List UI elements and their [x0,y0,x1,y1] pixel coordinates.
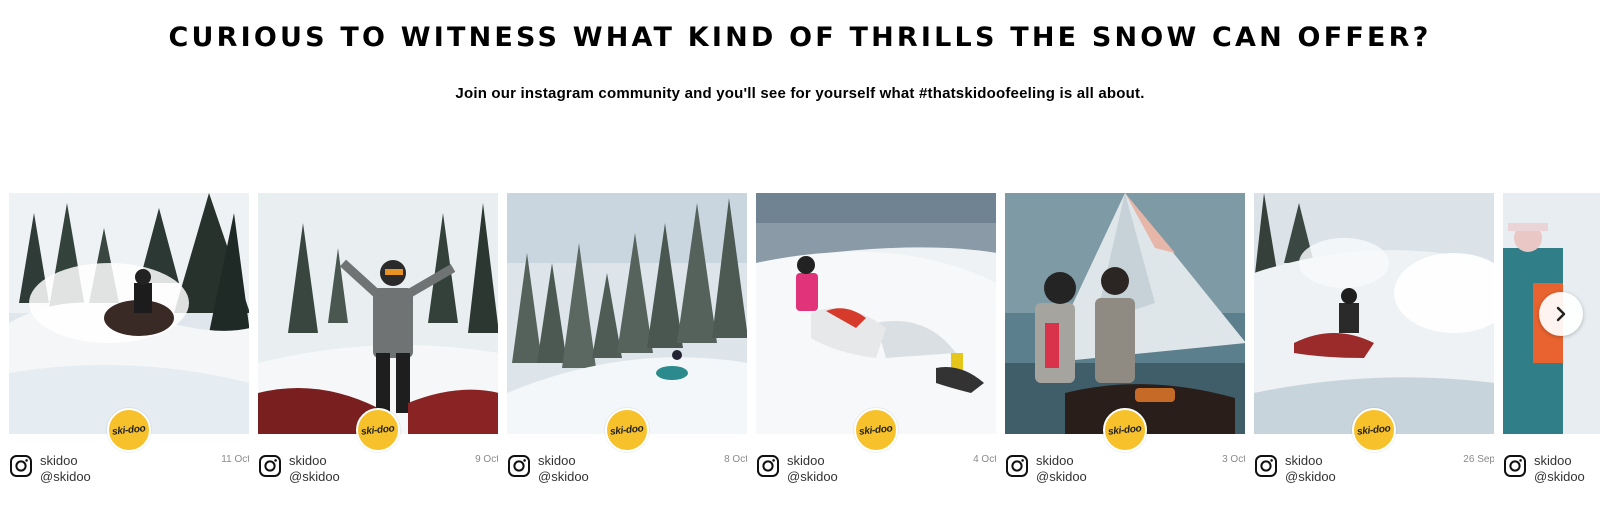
page-headline: CURIOUS TO WITNESS WHAT KIND OF THRILLS … [168,22,1432,53]
rider-arms-raised-photo [258,193,499,434]
instagram-post-card[interactable]: ski-doo skidoo @skidoo 9 Oct [249,192,504,512]
instagram-post-card[interactable]: ski-doo skidoo @skidoo 3 Oct [996,192,1251,512]
instagram-post-card[interactable]: ski-doo skidoo @skidoo 11 Oct [0,192,255,512]
instagram-icon[interactable] [9,454,33,478]
badge-text: ski-doo [1356,422,1392,438]
instagram-carousel: ski-doo skidoo @skidoo 11 Oct ski-doo sk… [0,192,1600,512]
post-handle[interactable]: @skidoo [787,469,838,484]
post-date: 4 Oct [973,454,997,465]
post-photo[interactable] [507,193,748,434]
post-username[interactable]: skidoo [289,453,327,468]
post-username[interactable]: skidoo [1036,453,1074,468]
badge-text: ski-doo [360,422,396,438]
badge-text: ski-doo [609,422,645,438]
ski-doo-logo-badge: ski-doo [356,408,400,452]
snowmobile-spray-photo [1254,193,1495,434]
instagram-icon[interactable] [258,454,282,478]
instagram-icon[interactable] [507,454,531,478]
post-handle[interactable]: @skidoo [289,469,340,484]
instagram-icon[interactable] [756,454,780,478]
instagram-icon[interactable] [1005,454,1029,478]
post-username[interactable]: skidoo [40,453,78,468]
instagram-post-card[interactable]: ski-doo skidoo @skidoo 26 Sep [1245,192,1500,512]
post-date: 3 Oct [1222,454,1246,465]
post-username[interactable]: skidoo [1534,453,1572,468]
ski-doo-logo-badge: ski-doo [1103,408,1147,452]
mountain-riders-photo [756,193,997,434]
post-username[interactable]: skidoo [538,453,576,468]
post-handle[interactable]: @skidoo [538,469,589,484]
post-photo[interactable] [756,193,997,434]
instagram-icon[interactable] [1503,454,1527,478]
post-handle[interactable]: @skidoo [1285,469,1336,484]
ski-doo-logo-badge: ski-doo [854,408,898,452]
snowmobile-powder-photo [9,193,250,434]
post-photo[interactable] [1254,193,1495,434]
page-subheading: Join our instagram community and you'll … [455,85,1145,102]
carousel-next-button[interactable] [1539,292,1583,336]
chevron-right-icon [1556,306,1566,322]
post-date: 9 Oct [475,454,499,465]
post-photo[interactable] [1005,193,1246,434]
post-photo[interactable] [258,193,499,434]
instagram-icon[interactable] [1254,454,1278,478]
post-handle[interactable]: @skidoo [1534,469,1585,484]
instagram-post-card[interactable]: ski-doo skidoo @skidoo 8 Oct [498,192,753,512]
ski-doo-logo-badge: ski-doo [1352,408,1396,452]
badge-text: ski-doo [858,422,894,438]
instagram-post-card[interactable]: skidoo @skidoo [1494,192,1600,512]
badge-text: ski-doo [111,422,147,438]
post-date: 8 Oct [724,454,748,465]
post-date: 26 Sep [1463,454,1495,465]
post-username[interactable]: skidoo [787,453,825,468]
snowy-forest-slope-photo [507,193,748,434]
post-handle[interactable]: @skidoo [1036,469,1087,484]
post-photo[interactable] [9,193,250,434]
badge-text: ski-doo [1107,422,1143,438]
ski-doo-logo-badge: ski-doo [107,408,151,452]
post-date: 11 Oct [221,454,250,465]
post-handle[interactable]: @skidoo [40,469,91,484]
post-username[interactable]: skidoo [1285,453,1323,468]
ski-doo-logo-badge: ski-doo [605,408,649,452]
two-riders-peak-photo [1005,193,1246,434]
instagram-post-card[interactable]: ski-doo skidoo @skidoo 4 Oct [747,192,1002,512]
